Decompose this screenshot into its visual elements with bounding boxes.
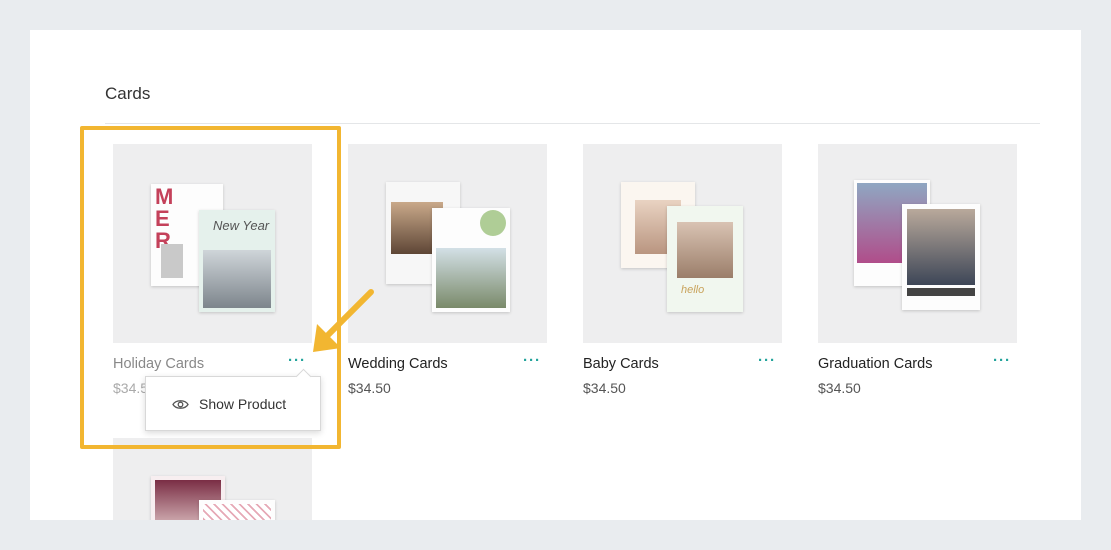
section-divider	[105, 123, 1040, 124]
card-art-front	[902, 204, 980, 310]
product-card-holiday[interactable]: MER New Year Holiday Cards $34.50 ···	[113, 144, 312, 404]
eye-icon	[172, 399, 189, 409]
more-dots-icon[interactable]: ···	[758, 353, 776, 368]
product-card-baby[interactable]: hello Baby Cards $34.50 ···	[583, 144, 782, 404]
product-options-dropdown: Show Product	[145, 376, 321, 431]
product-name: Holiday Cards	[113, 356, 205, 372]
product-thumbnail-holiday[interactable]: MER New Year	[113, 144, 312, 343]
product-price: $34.50	[583, 380, 626, 396]
product-thumbnail-graduation[interactable]	[818, 144, 1017, 343]
product-card-wedding[interactable]: Wedding Cards $34.50 ···	[348, 144, 547, 404]
card-art-front	[199, 500, 275, 520]
cards-panel: Cards MER New Year Holiday Cards $34.50 …	[30, 30, 1081, 520]
show-product-menu-item[interactable]: Show Product	[172, 396, 286, 412]
show-product-label: Show Product	[199, 396, 287, 412]
more-dots-icon[interactable]: ···	[523, 353, 541, 368]
product-card-partial[interactable]	[113, 438, 312, 520]
product-thumbnail-wedding[interactable]	[348, 144, 547, 343]
product-price: $34.50	[348, 380, 391, 396]
more-dots-icon[interactable]: ···	[288, 353, 306, 368]
product-price: $34.50	[818, 380, 861, 396]
product-name: Baby Cards	[583, 356, 659, 372]
more-dots-icon[interactable]: ···	[993, 353, 1011, 368]
section-title: Cards	[105, 84, 151, 103]
card-art-front: New Year	[199, 210, 275, 312]
product-thumbnail-baby[interactable]: hello	[583, 144, 782, 343]
product-card-graduation[interactable]: Graduation Cards $34.50 ···	[818, 144, 1017, 404]
card-art-front	[432, 208, 510, 312]
product-name: Wedding Cards	[348, 356, 448, 372]
card-art-front: hello	[667, 206, 743, 312]
product-thumbnail-partial[interactable]	[113, 438, 312, 520]
product-name: Graduation Cards	[818, 356, 933, 372]
